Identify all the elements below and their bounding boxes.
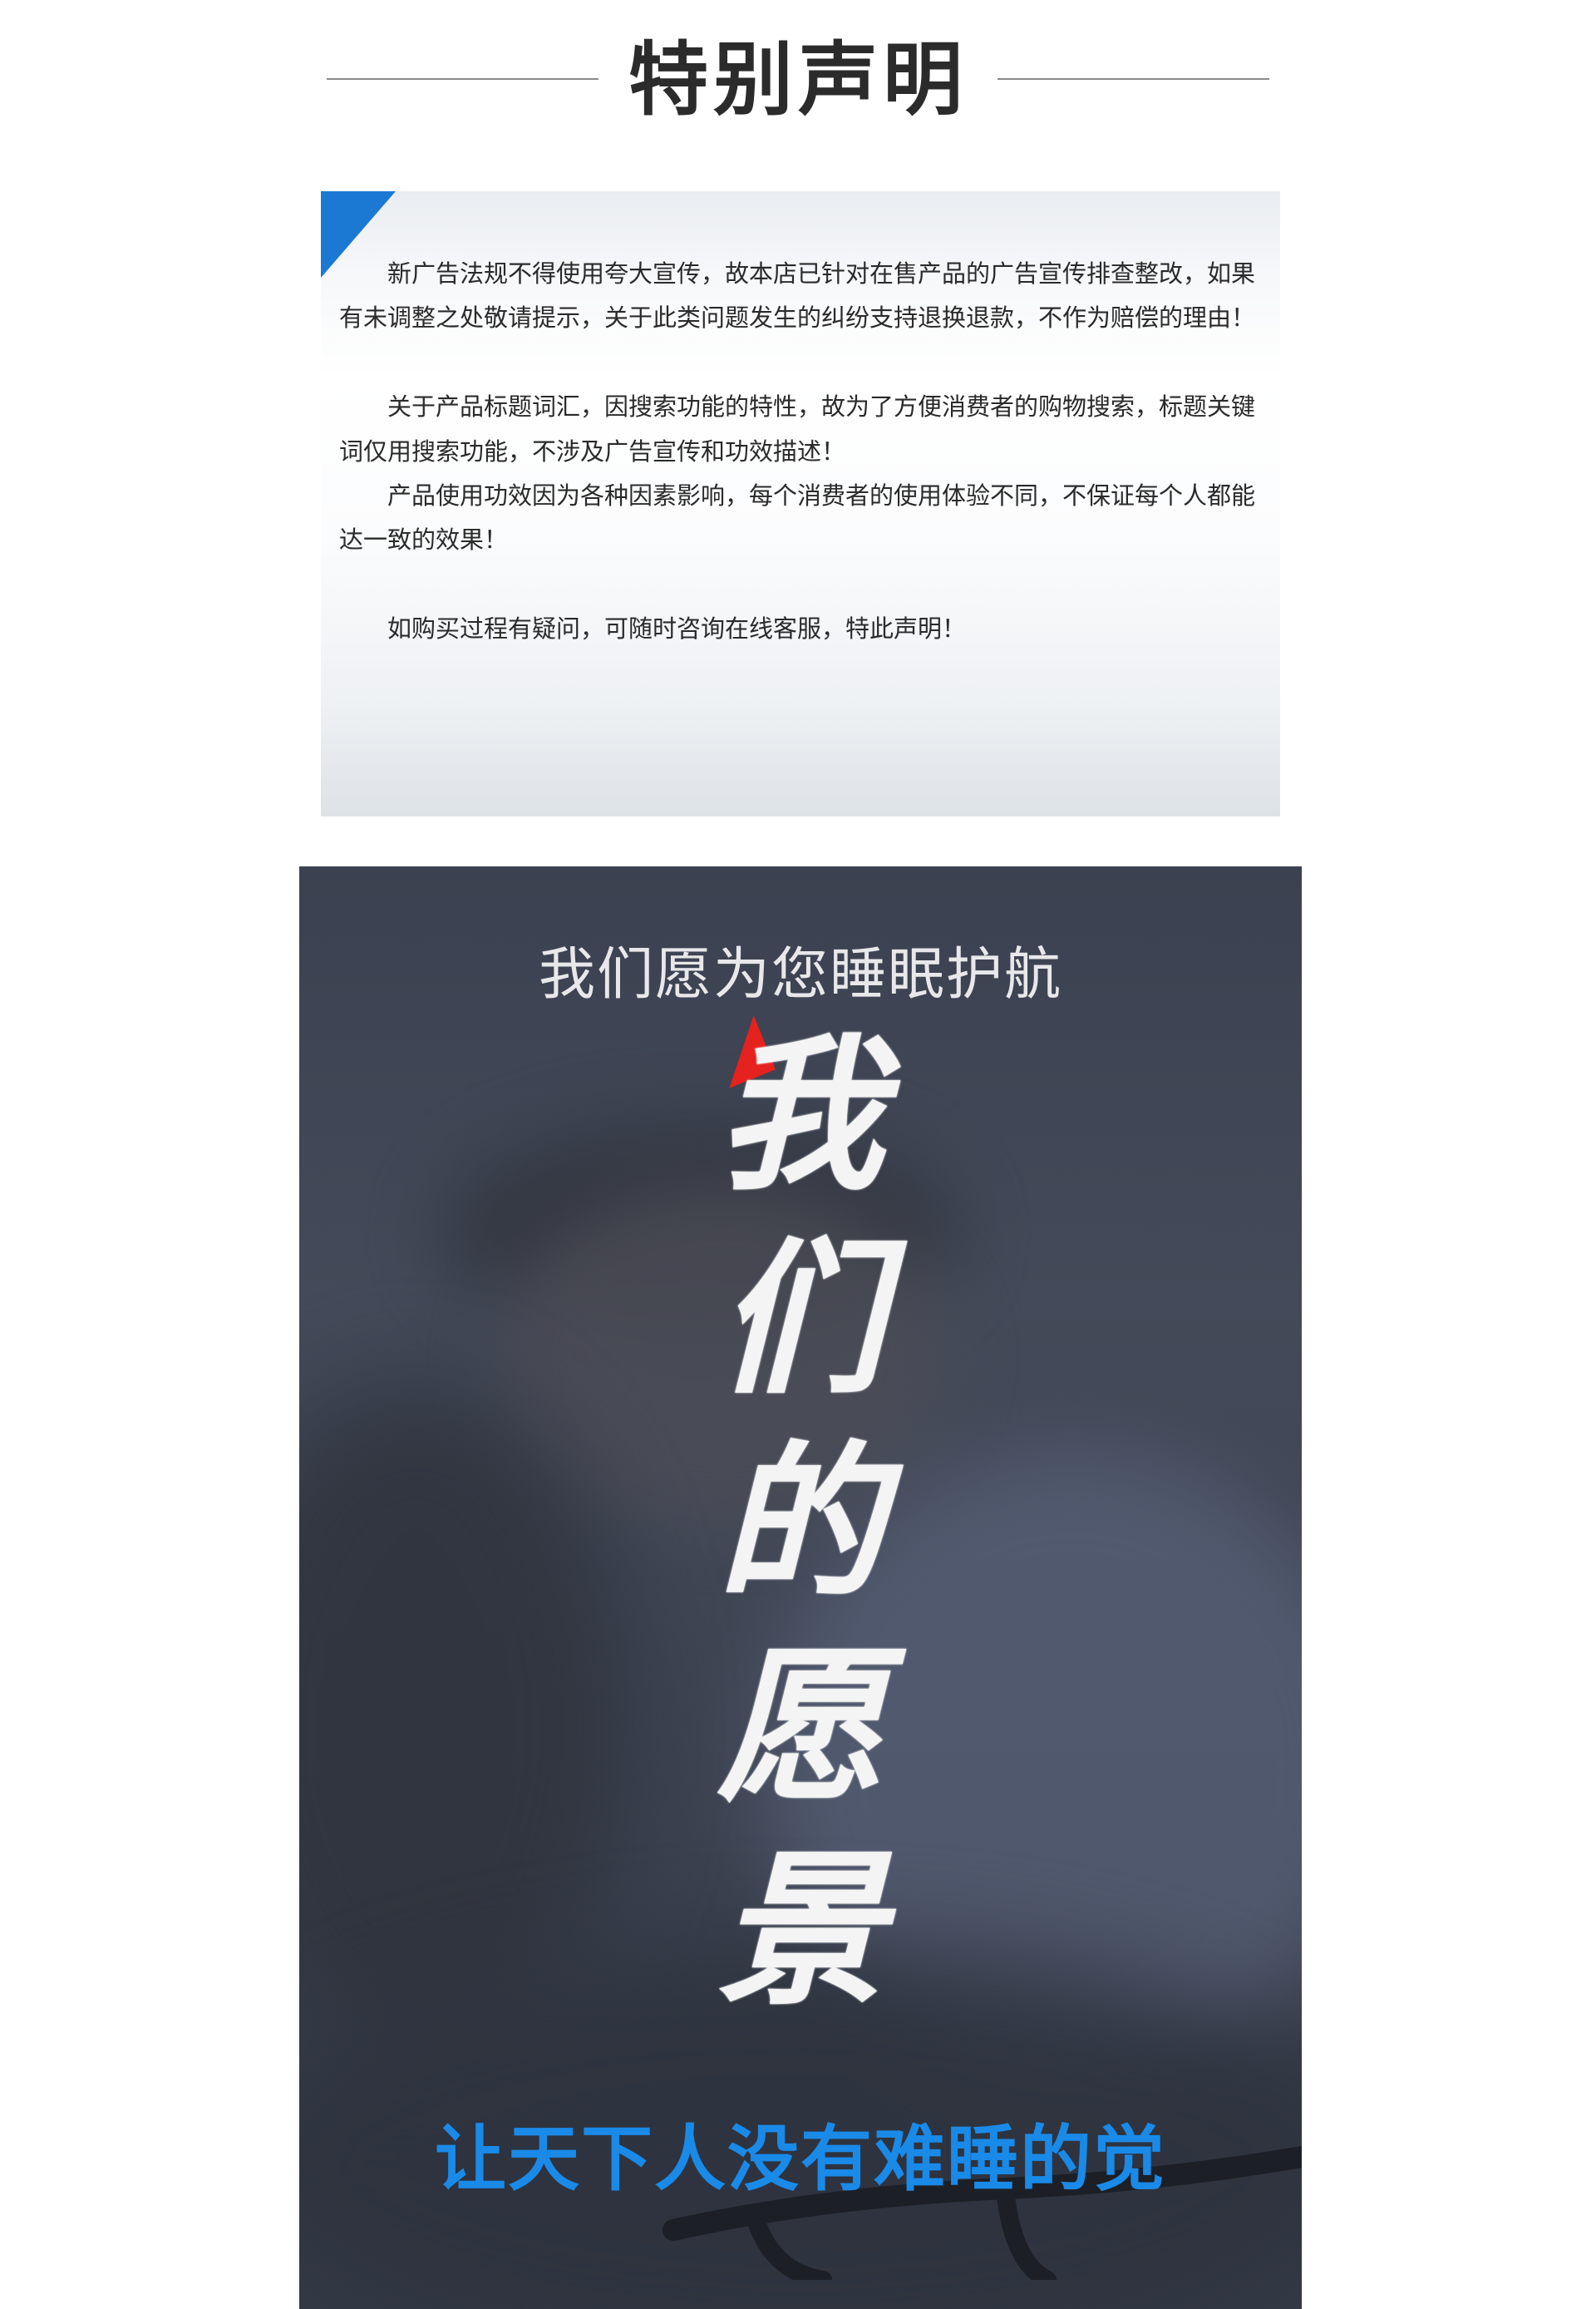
slogan: 让天下人没有难睡的觉 (435, 2118, 1166, 2201)
notice-text: 新广告法规不得使用夸大宣传，故本店已针对在售产品的广告宣传排查整改，如果有未调整… (339, 252, 1262, 652)
calligraphy-char: 们 (717, 1221, 884, 1417)
vision-banner: 我们愿为您睡眠护航 我 们 的 愿 景 让天下人没有难睡的觉 (299, 866, 1302, 2309)
calligraphy-char: 景 (717, 1833, 884, 2028)
calligraphy-char: 的 (717, 1425, 884, 1621)
notice-paragraph: 产品使用功效因为各种因素影响，每个消费者的使用体验不同，不保证每个人都能达一致的… (339, 481, 1256, 555)
calligraphy-char: 愿 (717, 1629, 884, 1824)
notice-paragraph: 如购买过程有疑问，可随时咨询在线客服，特此声明！ (387, 614, 967, 644)
notice-paragraph: 新广告法规不得使用夸大宣传，故本店已针对在售产品的广告宣传排查整改，如果有未调整… (339, 259, 1256, 333)
section-heading: 特别声明 (0, 0, 1596, 166)
page-title: 特别声明 (628, 33, 968, 126)
banner-subtitle: 我们愿为您睡眠护航 (538, 942, 1062, 1008)
notice-card: 新广告法规不得使用夸大宣传，故本店已针对在售产品的广告宣传排查整改，如果有未调整… (321, 191, 1280, 817)
calligraphy-char: 我 (717, 1018, 884, 1213)
notice-paragraph: 关于产品标题词汇，因搜索功能的特性，故为了方便消费者的购物搜索，标题关键词仅用搜… (339, 392, 1256, 466)
heading-line-right (998, 78, 1269, 80)
